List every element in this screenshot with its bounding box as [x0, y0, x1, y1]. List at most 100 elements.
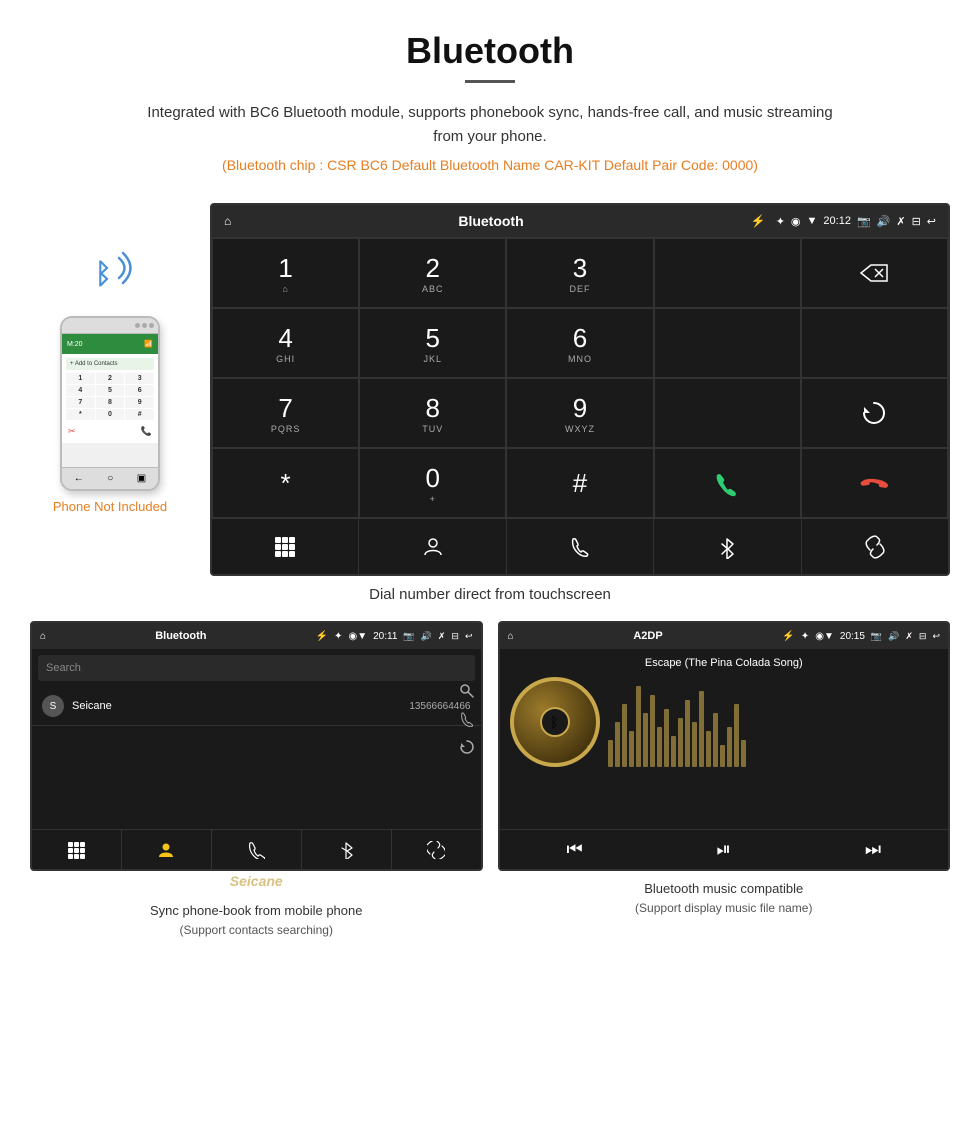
phone-key-6: 6 [125, 385, 154, 396]
dial-num-0: 0 [426, 463, 440, 494]
contact-row[interactable]: S Seicane 13566664466 [32, 687, 481, 726]
music-note-overlay: ♪ [585, 741, 591, 755]
nav-bluetooth-btn[interactable] [654, 519, 801, 574]
dialpad-screen-title: Bluetooth [241, 213, 740, 229]
dial-backspace-btn[interactable] [801, 238, 948, 308]
music-controls-bar: ⏮ ⏯ ⏭ [500, 829, 949, 869]
bluetooth-music-icon: ᛒ [550, 714, 558, 730]
phone-side-icon[interactable] [459, 711, 475, 727]
dial-key-3[interactable]: 3 DEF [506, 238, 653, 308]
nav-contacts-btn[interactable] [359, 519, 506, 574]
call-end-btn[interactable] [801, 448, 948, 518]
camera-icon[interactable]: 📷 [857, 215, 871, 228]
dial-sub-6: MNO [568, 354, 592, 364]
dial-key-8[interactable]: 8 TUV [359, 378, 506, 448]
vis-bar-11 [678, 718, 683, 768]
refresh-side-icon[interactable] [459, 739, 475, 755]
home-icon[interactable]: ⌂ [224, 214, 231, 228]
nav-link-btn[interactable] [802, 519, 948, 574]
volume-icon[interactable]: 🔊 [877, 215, 891, 228]
bluetooth-waves-svg: ᛒ [75, 243, 145, 303]
dial-cell-empty-4 [654, 378, 801, 448]
dial-num-9: 9 [573, 393, 587, 424]
music-home-icon[interactable]: ⌂ [508, 631, 514, 642]
vis-bar-4 [629, 731, 634, 767]
pb-nav-grid[interactable] [32, 830, 122, 869]
vis-bar-3 [622, 704, 627, 767]
dial-key-6[interactable]: 6 MNO [506, 308, 653, 378]
phonebook-android-screen: ⌂ Bluetooth ⚡ ✦ ◉▼ 20:11 📷 🔊 ✗ ⊟ ↩ Searc… [30, 621, 483, 871]
main-demo-section: ᛒ M:20 📶 + Add to Contacts 1 2 [0, 203, 980, 576]
phonebook-side-icons [459, 683, 475, 755]
phonebook-screen-wrap: ⌂ Bluetooth ⚡ ✦ ◉▼ 20:11 📷 🔊 ✗ ⊟ ↩ Searc… [30, 621, 483, 939]
dial-key-5[interactable]: 5 JKL [359, 308, 506, 378]
backspace-icon [859, 263, 889, 283]
dial-key-hash[interactable]: # [506, 448, 653, 518]
vis-bar-15 [706, 731, 711, 767]
search-placeholder: Search [46, 662, 467, 674]
phone-top-bar [62, 318, 158, 334]
time-display: 20:12 [823, 215, 851, 227]
pb-home-icon[interactable]: ⌂ [40, 631, 46, 642]
dial-key-9[interactable]: 9 WXYZ [506, 378, 653, 448]
pb-nav-person[interactable] [122, 830, 212, 869]
bluetooth-waves-area: ᛒ [75, 243, 145, 308]
vis-bar-2 [615, 722, 620, 767]
window-icon[interactable]: ⊟ [912, 215, 921, 228]
pb-nav-call[interactable] [212, 830, 302, 869]
dial-key-2[interactable]: 2 ABC [359, 238, 506, 308]
dial-caption: Dial number direct from touchscreen [0, 586, 980, 603]
vis-bar-17 [720, 745, 725, 768]
vis-bar-13 [692, 722, 697, 767]
refresh-icon [860, 399, 888, 427]
pb-link-icon [427, 841, 445, 859]
next-track-btn[interactable]: ⏭ [865, 839, 881, 860]
phone-key-2: 2 [96, 373, 125, 384]
dial-key-7[interactable]: 7 PQRS [212, 378, 359, 448]
dial-key-0[interactable]: 0 + [359, 448, 506, 518]
prev-track-btn[interactable]: ⏮ [566, 839, 582, 860]
phonebook-search-bar[interactable]: Search [38, 655, 475, 681]
call-accept-icon [711, 467, 743, 499]
dial-key-4[interactable]: 4 GHI [212, 308, 359, 378]
page-title: Bluetooth [20, 30, 960, 72]
phone-content: + Add to Contacts 1 2 3 4 5 6 7 8 9 * 0 … [62, 354, 158, 443]
phone-illustration: M:20 📶 + Add to Contacts 1 2 3 4 5 6 7 8… [60, 316, 160, 491]
dialpad-android-screen: ⌂ Bluetooth ⚡ ✦ ◉ ▼ 20:12 📷 🔊 ✗ ⊟ ↩ 1 ⌂ [210, 203, 950, 576]
dialpad-nav-bar [212, 518, 948, 574]
nav-call-btn[interactable] [507, 519, 654, 574]
dial-key-star[interactable]: * [212, 448, 359, 518]
pb-nav-link[interactable] [392, 830, 481, 869]
call-end-icon [858, 467, 890, 499]
pb-person-icon [157, 841, 175, 859]
dialpad-icon [273, 535, 297, 559]
close-icon[interactable]: ✗ [896, 215, 905, 228]
phone-key-star: * [66, 409, 95, 420]
back-icon[interactable]: ↩ [927, 215, 936, 228]
dial-sub-8: TUV [422, 424, 443, 434]
phone-not-included-label: Phone Not Included [53, 499, 167, 514]
dial-refresh-btn[interactable] [801, 378, 948, 448]
vis-bar-18 [727, 727, 732, 768]
phone-menu-btn: ▣ [137, 473, 146, 484]
nav-dialpad-btn[interactable] [212, 519, 359, 574]
music-caption: Bluetooth music compatible (Support disp… [498, 879, 951, 917]
contact-name: Seicane [72, 700, 409, 712]
bottom-screens: ⌂ Bluetooth ⚡ ✦ ◉▼ 20:11 📷 🔊 ✗ ⊟ ↩ Searc… [0, 621, 980, 939]
vis-bar-9 [664, 709, 669, 768]
call-accept-btn[interactable] [654, 448, 801, 518]
pb-nav-bt[interactable] [302, 830, 392, 869]
contacts-icon [421, 535, 445, 559]
dial-sub-9: WXYZ [565, 424, 595, 434]
dial-num-3: 3 [573, 253, 587, 284]
search-side-icon[interactable] [459, 683, 475, 699]
phonebook-nav-bar [32, 829, 481, 869]
phonebook-watermark-area: Seicane [30, 869, 483, 893]
dial-key-1[interactable]: 1 ⌂ [212, 238, 359, 308]
pb-time: 20:11 [373, 631, 397, 642]
music-signal-icon: ◉▼ [815, 631, 834, 642]
dial-sub-5: JKL [424, 354, 443, 364]
dial-sub-0: + [430, 494, 436, 504]
play-pause-btn[interactable]: ⏯ [717, 839, 731, 860]
phone-key-hash: # [125, 409, 154, 420]
